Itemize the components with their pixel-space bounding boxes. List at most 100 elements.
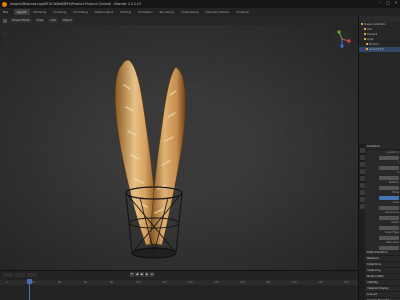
workspace-tab[interactable]: Scripting (233, 9, 251, 15)
scene-tab-icon[interactable] (359, 176, 365, 181)
frame-tick-label: 180 (240, 281, 245, 284)
frame-ruler[interactable]: 0 20 40 60 80 100 120 140 160 180 200 220 240 260 (0, 280, 358, 285)
property-field-label: Parent Type (385, 231, 399, 234)
step-forward-icon[interactable]: ▶ (145, 272, 149, 277)
maximize-icon[interactable]: □ (386, 1, 390, 5)
workspace-tabs: Layout Modeling Sculpting UV Editing Texture… (14, 9, 251, 15)
frame-tick-label: 20 (32, 281, 36, 284)
output-tab-icon[interactable] (359, 162, 365, 167)
property-field-label: Z (397, 171, 399, 174)
frame-tick-label: 140 (188, 281, 193, 284)
window-titlebar: /bagrial/Beacraqs.bg/NF.013e8a6/BlFb/Pro… (0, 0, 400, 8)
property-field-label: Rotation (389, 181, 399, 184)
frame-tick-label: 200 (266, 281, 271, 284)
outliner-item-icon (366, 48, 368, 50)
tool-shelf (2, 31, 8, 93)
cursor-tool-icon[interactable] (2, 39, 8, 45)
timeline-header (0, 271, 358, 279)
workspace-tab[interactable]: Sculpting (50, 9, 69, 15)
annotate-tool-icon[interactable] (2, 79, 8, 85)
properties-panel: Transform Location X Y Z Rotation Mode Scale Di… (365, 144, 400, 300)
add-menu[interactable]: Add (48, 18, 58, 23)
workspace-tab[interactable]: Layout (14, 9, 30, 15)
move-tool-icon[interactable] (2, 47, 8, 53)
outliner-row-label: Product (369, 43, 379, 46)
keying-menu[interactable] (15, 273, 25, 277)
frame-tick-label: 160 (214, 281, 219, 284)
baguette-basket-model[interactable] (100, 55, 210, 265)
frame-tick-label: 120 (162, 281, 167, 284)
property-field-label: Mode (392, 191, 399, 194)
property-field-label: Location X (386, 151, 399, 154)
view-menu[interactable]: View (34, 18, 46, 23)
scale-tool-icon[interactable] (2, 63, 8, 69)
step-back-icon[interactable]: ◀ (135, 272, 139, 277)
blender-logo-icon (2, 1, 7, 7)
playhead-line (29, 283, 30, 300)
navigation-gizmo-icon[interactable] (332, 29, 352, 49)
playhead[interactable] (27, 279, 32, 284)
tool-tab-icon[interactable] (359, 148, 365, 153)
workspace-tab[interactable]: Texture Paint (92, 9, 116, 15)
property-field-label: Parent (391, 221, 399, 224)
view-menu-timeline[interactable] (27, 273, 37, 277)
outliner-tree: Scene Collection Coll Camera Light Product pr… (359, 22, 400, 52)
skip-start-icon[interactable]: ⏮ (130, 272, 134, 277)
play-icon[interactable]: ▶ (140, 272, 144, 277)
frame-tick-label: 260 (344, 281, 349, 284)
view-layer-tab-icon[interactable] (359, 169, 365, 174)
outliner-item-icon (364, 28, 366, 30)
workspace-tab[interactable]: Animation (135, 9, 155, 15)
object-menu[interactable]: Object (60, 18, 74, 23)
select-tool-icon[interactable] (2, 31, 8, 37)
workspace-tab[interactable]: Modeling (31, 9, 50, 15)
properties-editor: Transform Location X Y Z Rotation Mode Scale Di… (359, 144, 400, 300)
frame-tick-label: 60 (84, 281, 88, 284)
menu-file[interactable]: File (3, 10, 8, 14)
frame-tick-label: 100 (136, 281, 141, 284)
window-controls: – □ × (378, 1, 398, 5)
outliner-item-icon (366, 43, 368, 45)
frame-tick-label: 240 (318, 281, 323, 284)
property-field-label: Y (397, 161, 399, 164)
material-tab-icon[interactable] (359, 204, 365, 209)
workspace-tab[interactable]: Shading (117, 9, 134, 15)
outliner-row-label: Light (367, 38, 374, 41)
render-tab-icon[interactable] (359, 155, 365, 160)
outliner-row-label: product_FR (369, 48, 384, 51)
frame-tick-label: 40 (58, 281, 62, 284)
playback-menu[interactable] (3, 273, 13, 277)
outliner-item-icon (364, 33, 366, 35)
outliner-row-label: Coll (367, 28, 372, 31)
frame-tick-label: 0 (6, 281, 8, 284)
mode-dropdown[interactable]: Object Mode (10, 18, 32, 23)
workspace-tab[interactable]: Geometry Nodes (202, 9, 232, 15)
workspace-tab[interactable]: UV Editing (70, 9, 91, 15)
outliner-row[interactable]: product_FR (359, 47, 400, 52)
minimize-icon[interactable]: – (378, 1, 382, 5)
window-title: /bagrial/Beacraqs.bg/NF.013e8a6/BlFb/Pro… (10, 2, 141, 6)
playback-controls: ⏮ ◀ ▶ ▶ ⏭ (130, 272, 154, 277)
outliner-item-icon (364, 38, 366, 40)
outliner-row-label: Scene Collection (364, 23, 386, 26)
measure-tool-icon[interactable] (2, 87, 8, 93)
world-tab-icon[interactable] (359, 183, 365, 188)
object-tab-icon[interactable] (359, 190, 365, 195)
3d-viewport[interactable] (0, 25, 358, 270)
close-icon[interactable]: × (394, 1, 398, 5)
property-field-label: Scale (392, 201, 399, 204)
workspace-tab[interactable]: Rendering (157, 9, 177, 15)
property-field-label: Dimensions (385, 211, 399, 214)
timeline: ⏮ ◀ ▶ ▶ ⏭ 0 20 40 60 80 100 120 140 160 180 200 220… (0, 270, 358, 300)
outliner-item-icon (361, 23, 363, 25)
rotate-tool-icon[interactable] (2, 55, 8, 61)
workspace-tab[interactable]: Compositing (178, 9, 202, 15)
outliner: Scene Collection Coll Camera Light Product pr… (359, 16, 400, 144)
transform-tool-icon[interactable] (2, 71, 8, 77)
viewport-header: Object Mode View Add Object (0, 16, 358, 25)
skip-end-icon[interactable]: ⏭ (150, 272, 154, 277)
frame-tick-label: 80 (110, 281, 114, 284)
editor-type-icon[interactable] (3, 18, 7, 23)
modifier-tab-icon[interactable] (359, 197, 365, 202)
frame-tick-label: 220 (292, 281, 297, 284)
